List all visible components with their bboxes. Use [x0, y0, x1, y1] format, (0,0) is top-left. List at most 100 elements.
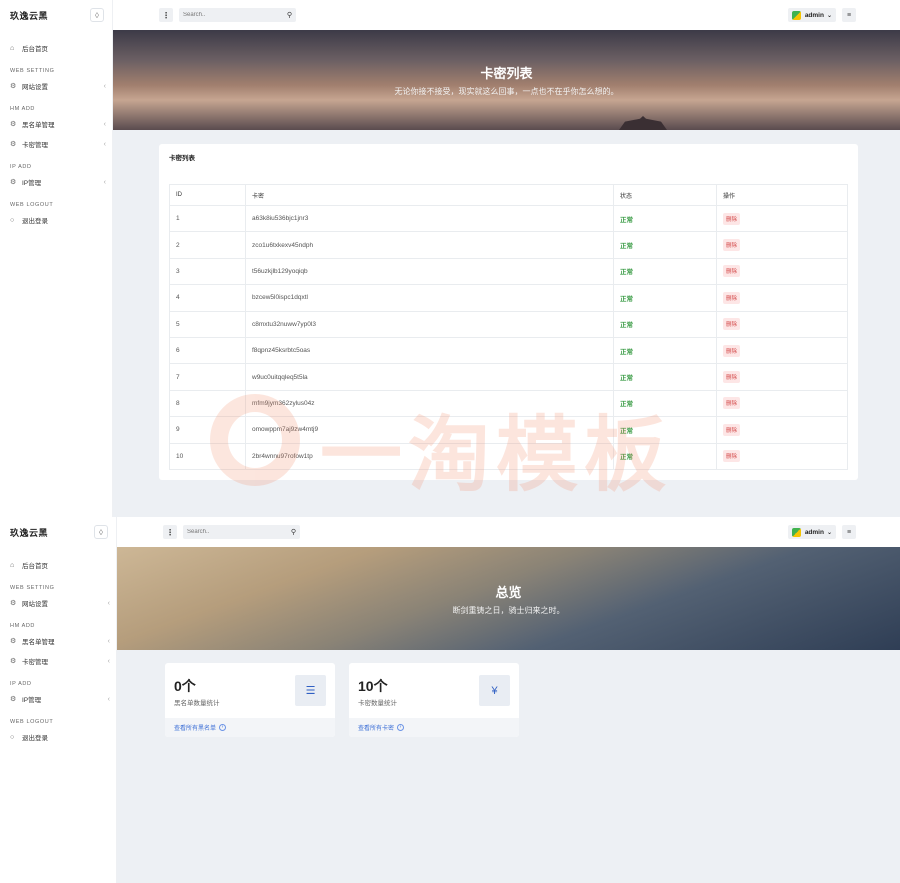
sidebar: 玖逸云黑 ◊ ⌂ 后台首页 WEB SETTING ⚙ 网站设置 ‹ HM ADD ⚙… [0, 517, 117, 883]
sidebar-item-home[interactable]: ⌂ 后台首页 [0, 555, 116, 575]
page-hero: 总览 断剑重铸之日，骑士归来之时。 [117, 547, 900, 650]
row-code: t56uzkjlb129yoqiqb [245, 257, 614, 286]
row-status: 正常 [613, 442, 717, 470]
sidebar-nav: ⌂ 后台首页 WEB SETTING ⚙ 网站设置 ‹ HM ADD ⚙ 黑名单管理 ‹ … [0, 30, 112, 230]
delete-button[interactable]: 删除 [723, 212, 741, 225]
stat-label: 黑名单数量统计 [174, 700, 220, 707]
delete-button[interactable]: 删除 [723, 318, 741, 331]
row-id: 7 [169, 363, 246, 391]
brand-name: 玖逸云黑 [10, 527, 49, 538]
search-input[interactable] [183, 12, 287, 18]
sidebar-item-cards[interactable]: ⚙ 卡密管理 ‹ [0, 134, 112, 154]
sidebar-item-blacklist[interactable]: ⚙ 黑名单管理 ‹ [0, 114, 112, 134]
user-menu[interactable]: admin ⌄ [787, 525, 836, 539]
nav-category-hm: HM ADD [10, 106, 35, 112]
nav-category-ip: IP ADD [10, 681, 32, 687]
sidebar-item-site-settings[interactable]: ⚙ 网站设置 ‹ [0, 593, 116, 613]
chevron-down-icon: ⌄ [826, 529, 832, 536]
yen-icon: ¥ [479, 675, 510, 706]
topbar: ⋮ ⚲ admin ⌄ ≡ [117, 517, 900, 547]
view-all-cards-link[interactable]: 查看所有卡密 › [349, 718, 519, 737]
page-subtitle: 断剑重铸之日，骑士归来之时。 [452, 605, 565, 615]
theme-toggle-icon[interactable]: ◊ [94, 525, 108, 539]
gear-icon: ⚙ [10, 638, 17, 645]
delete-button[interactable]: 删除 [723, 450, 741, 463]
arrow-right-circle-icon: › [219, 724, 227, 731]
row-code: 2br4wnnu97rofow1tp [245, 442, 614, 470]
chevron-left-icon: ‹ [103, 82, 106, 90]
user-menu[interactable]: admin ⌄ [787, 8, 836, 22]
home-icon: ⌂ [10, 44, 15, 52]
card-list-panel: 卡密列表 ID 卡密 状态 操作 1 a63k8iu536bjc1jnr3 正常 删除… [159, 144, 858, 480]
link-label: 查看所有黑名单 [174, 726, 217, 732]
search-icon[interactable]: ⚲ [287, 11, 292, 19]
user-name: admin [804, 528, 824, 536]
more-menu-icon[interactable]: ⋮ [163, 525, 177, 539]
sidebar-item-logout[interactable]: ○ 退出登录 [0, 727, 116, 747]
topbar: ⋮ ⚲ admin ⌄ ≡ [113, 0, 900, 30]
theme-toggle-icon[interactable]: ◊ [90, 8, 104, 22]
table-row: 9 omowppm7aj9zw4mtj9 正常 删除 [169, 416, 848, 444]
gear-icon: ⚙ [10, 658, 17, 665]
sidebar-item-blacklist[interactable]: ⚙ 黑名单管理 ‹ [0, 631, 116, 651]
sidebar-item-site-settings[interactable]: ⚙ 网站设置 ‹ [0, 76, 112, 96]
row-status: 正常 [613, 336, 717, 365]
row-id: 2 [169, 231, 246, 259]
stat-label: 卡密数量统计 [358, 700, 397, 707]
row-id: 3 [169, 257, 246, 286]
sidebar-item-home[interactable]: ⌂ 后台首页 [0, 38, 112, 58]
gear-icon: ⚙ [10, 141, 17, 148]
avatar [791, 10, 801, 20]
delete-button[interactable]: 删除 [723, 397, 741, 410]
row-status: 正常 [613, 284, 717, 312]
sidebar-item-ip[interactable]: ⚙ IP管理 ‹ [0, 689, 116, 709]
brand-bar: 玖逸云黑 ◊ [0, 0, 112, 30]
row-status: 正常 [613, 204, 717, 233]
sidebar-item-cards[interactable]: ⚙ 卡密管理 ‹ [0, 651, 116, 671]
sidebar: 玖逸云黑 ◊ ⌂ 后台首页 WEB SETTING ⚙ 网站设置 ‹ HM ADD ⚙… [0, 0, 113, 517]
page-hero: 卡密列表 无论你接不接受，现实就这么回事，一点也不在乎你怎么想的。 [113, 30, 900, 130]
row-status: 正常 [613, 416, 717, 444]
delete-button[interactable]: 删除 [723, 291, 741, 304]
column-header-action: 操作 [716, 184, 848, 206]
chevron-left-icon: ‹ [107, 695, 110, 703]
row-id: 5 [169, 310, 246, 338]
table-row: 5 c8mxtu32nuww7yp0l3 正常 删除 [169, 310, 848, 338]
settings-panel-icon[interactable]: ≡ [842, 8, 856, 22]
more-menu-icon[interactable]: ⋮ [159, 8, 173, 22]
home-icon: ⌂ [10, 561, 15, 569]
row-id: 10 [169, 442, 246, 470]
list-icon: ☰ [295, 675, 326, 706]
row-status: 正常 [613, 257, 717, 286]
table-body: 1 a63k8iu536bjc1jnr3 正常 删除 2 zco1u6txkexv45n… [169, 204, 848, 470]
chevron-down-icon: ⌄ [826, 12, 832, 19]
delete-button[interactable]: 删除 [723, 239, 741, 252]
gear-icon: ⚙ [10, 696, 17, 703]
row-code: f8qpnz45ksrbtc5oas [245, 336, 614, 365]
row-code: mfm9jym362zylus04z [245, 389, 614, 418]
delete-button[interactable]: 删除 [723, 265, 741, 278]
table-row: 6 f8qpnz45ksrbtc5oas 正常 删除 [169, 336, 848, 365]
row-code: a63k8iu536bjc1jnr3 [245, 204, 614, 233]
column-header-id: ID [169, 184, 246, 206]
stat-value: 10个 [358, 678, 388, 694]
sidebar-item-ip[interactable]: ⚙ IP管理 ‹ [0, 172, 112, 192]
sidebar-item-logout[interactable]: ○ 退出登录 [0, 210, 112, 230]
avatar [791, 527, 801, 537]
nav-category-ip: IP ADD [10, 164, 32, 170]
gear-icon: ⚙ [10, 121, 17, 128]
settings-panel-icon[interactable]: ≡ [842, 525, 856, 539]
search-box: ⚲ [183, 525, 300, 539]
search-icon[interactable]: ⚲ [291, 528, 296, 536]
power-icon: ○ [10, 216, 15, 224]
blacklist-stat-card: 0个 黑名单数量统计 ☰ 查看所有黑名单 › [165, 663, 335, 737]
arrow-right-circle-icon: › [397, 724, 405, 731]
delete-button[interactable]: 删除 [723, 423, 741, 436]
link-label: 查看所有卡密 [358, 726, 395, 732]
view-all-blacklist-link[interactable]: 查看所有黑名单 › [165, 718, 335, 737]
cards-stat-card: 10个 卡密数量统计 ¥ 查看所有卡密 › [349, 663, 519, 737]
delete-button[interactable]: 删除 [723, 371, 741, 384]
search-input[interactable] [187, 529, 291, 535]
table-header-row: ID 卡密 状态 操作 [169, 184, 848, 206]
delete-button[interactable]: 删除 [723, 344, 741, 357]
